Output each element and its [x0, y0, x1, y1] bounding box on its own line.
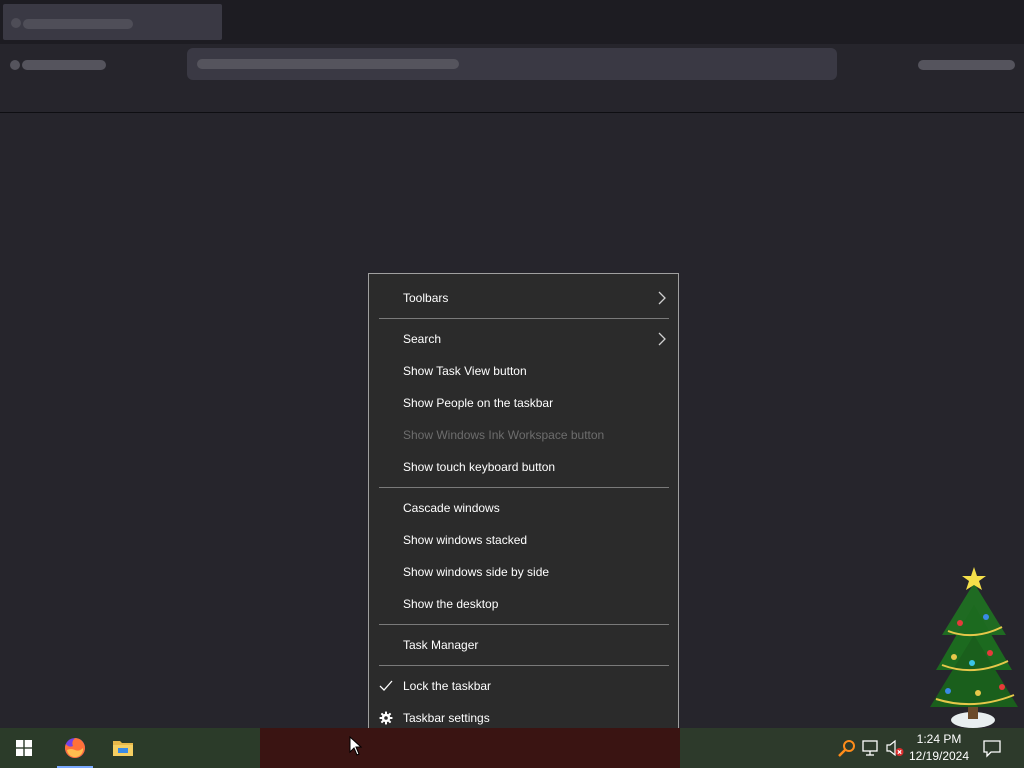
menu-item-task-manager[interactable]: Task Manager — [369, 629, 678, 661]
menu-item-label: Show windows stacked — [403, 533, 528, 547]
menu-item-label: Show windows side by side — [403, 565, 550, 579]
taskbar[interactable]: 1:24 PM 12/19/2024 — [0, 728, 1024, 768]
app-toolbar — [0, 44, 1024, 113]
search-icon[interactable] — [837, 738, 857, 758]
windows-logo-icon — [16, 740, 32, 756]
firefox-icon — [64, 738, 85, 758]
menu-item-label: Show the desktop — [403, 597, 499, 611]
firefox-button[interactable] — [51, 728, 99, 768]
toolbar-right-item-redacted[interactable] — [918, 60, 1015, 70]
menu-item-label: Lock the taskbar — [403, 679, 492, 693]
menu-item-show-task-view[interactable]: Show Task View button — [369, 355, 678, 387]
taskbar-wallpaper-segment — [260, 728, 680, 768]
checkmark-icon — [379, 680, 393, 691]
menu-item-show-windows-ink: Show Windows Ink Workspace button — [369, 419, 678, 451]
folder-icon — [113, 741, 133, 756]
menu-item-label: Search — [403, 332, 442, 346]
menu-item-show-windows-side-by-side[interactable]: Show windows side by side — [369, 556, 678, 588]
toolbar-item-redacted[interactable] — [22, 60, 106, 70]
menu-item-show-touch-keyboard[interactable]: Show touch keyboard button — [369, 451, 678, 483]
mouse-cursor-icon — [349, 736, 363, 756]
action-center-icon[interactable] — [982, 738, 1002, 758]
menu-separator — [379, 318, 669, 319]
app-titlebar — [0, 0, 1024, 44]
active-tab[interactable] — [3, 4, 222, 40]
address-bar[interactable] — [187, 48, 837, 80]
menu-item-label: Toolbars — [403, 291, 449, 305]
file-explorer-button[interactable] — [99, 728, 147, 768]
christmas-tree-decoration — [930, 567, 1018, 728]
taskbar-context-menu: Toolbars Search Show Task View button Sh… — [368, 273, 679, 742]
menu-separator — [379, 487, 669, 488]
chevron-right-icon — [658, 291, 666, 305]
volume-muted-icon[interactable] — [885, 738, 905, 758]
menu-item-show-desktop[interactable]: Show the desktop — [369, 588, 678, 620]
clock-date: 12/19/2024 — [908, 749, 970, 763]
menu-item-label: Task Manager — [403, 638, 479, 652]
menu-item-toolbars[interactable]: Toolbars — [369, 282, 678, 314]
menu-item-show-people[interactable]: Show People on the taskbar — [369, 387, 678, 419]
network-icon[interactable] — [861, 738, 881, 758]
menu-item-label: Show People on the taskbar — [403, 396, 554, 410]
menu-item-lock-taskbar[interactable]: Lock the taskbar — [369, 670, 678, 702]
menu-item-cascade-windows[interactable]: Cascade windows — [369, 492, 678, 524]
menu-item-search[interactable]: Search — [369, 323, 678, 355]
menu-item-label: Cascade windows — [403, 501, 500, 515]
menu-item-label: Show touch keyboard button — [403, 460, 556, 474]
start-button[interactable] — [0, 728, 48, 768]
taskbar-clock[interactable]: 1:24 PM 12/19/2024 — [904, 731, 974, 765]
menu-separator — [379, 624, 669, 625]
address-text-redacted — [197, 59, 459, 69]
toolbar-icon[interactable] — [10, 60, 20, 70]
gear-icon — [379, 711, 393, 725]
tab-favicon-icon — [11, 18, 21, 28]
chevron-right-icon — [658, 332, 666, 346]
menu-item-label: Taskbar settings — [403, 711, 490, 725]
clock-time: 1:24 PM — [916, 732, 962, 746]
menu-item-label: Show Windows Ink Workspace button — [403, 428, 605, 442]
menu-separator — [379, 665, 669, 666]
menu-item-label: Show Task View button — [403, 364, 527, 378]
tab-title-redacted — [23, 19, 133, 29]
menu-item-show-windows-stacked[interactable]: Show windows stacked — [369, 524, 678, 556]
